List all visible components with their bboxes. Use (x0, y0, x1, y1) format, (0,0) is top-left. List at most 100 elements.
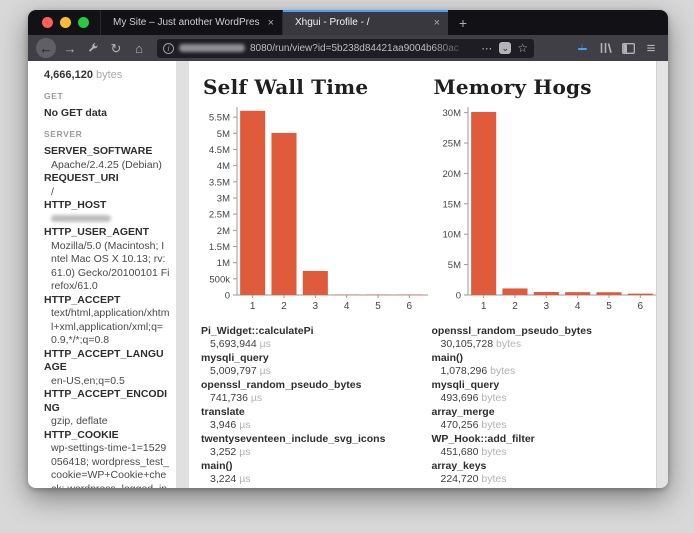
minimize-window-button[interactable] (60, 17, 71, 28)
profile-list-item: mysqli_query493,696 bytes (432, 379, 655, 404)
redacted-value (51, 215, 111, 222)
server-entry-key: HTTP_ACCEPT (44, 294, 170, 308)
profile-list-item: openssl_random_pseudo_bytes741,736 µs (201, 379, 424, 404)
y-tick-label: 3.5M (209, 177, 230, 188)
forward-button[interactable]: → (61, 39, 79, 57)
function-name-link[interactable]: WP_Hook::add_filter (432, 433, 655, 446)
library-icon[interactable] (596, 39, 614, 57)
function-name-link[interactable]: openssl_random_pseudo_bytes (201, 379, 424, 392)
tab-title: My Site – Just another WordPress s (113, 17, 260, 28)
function-value: 3,946 µs (201, 419, 424, 432)
new-tab-button[interactable]: + (448, 10, 478, 35)
server-entry-key: HTTP_ACCEPT_ENCODING (44, 388, 170, 415)
y-tick-label: 0 (225, 291, 230, 302)
downloads-icon[interactable]: ↓ (573, 39, 591, 57)
server-entry-value: text/html,application/xhtml+xml,applicat… (44, 307, 170, 348)
reload-button[interactable]: ↻ (107, 39, 125, 57)
tab-xhgui-profile[interactable]: Xhgui - Profile - / × (282, 10, 448, 35)
tab-close-icon[interactable]: × (434, 17, 440, 29)
memory-hogs-chart: 05M10M15M20M25M30M123456 (432, 103, 660, 315)
server-entry-key: HTTP_USER_AGENT (44, 226, 170, 240)
self-wall-time-list: Pi_Widget::calculatePi5,693,944 µsmysqli… (201, 325, 424, 485)
close-window-button[interactable] (42, 17, 53, 28)
function-value: 3,252 µs (201, 446, 424, 459)
function-value: 3,224 µs (201, 473, 424, 486)
sidebar-toggle-icon[interactable] (619, 39, 637, 57)
server-entry-key: HTTP_ACCEPT_LANGUAGE (44, 348, 170, 375)
server-entry-value: / (44, 186, 170, 200)
zoom-window-button[interactable] (78, 17, 89, 28)
y-tick-label: 30M (442, 108, 461, 119)
function-name-link[interactable]: mysqli_query (432, 379, 655, 392)
function-name-link[interactable]: translate (201, 406, 424, 419)
memory-total: 4,666,120 bytes (44, 69, 170, 81)
profile-list-item: array_keys224,720 bytes (432, 460, 655, 485)
profile-details-sidebar: 4,666,120 bytes GET No GET data SERVER S… (28, 61, 176, 488)
profile-list-item: twentyseventeen_include_svg_icons3,252 µ… (201, 433, 424, 458)
browser-window: My Site – Just another WordPress s × Xhg… (28, 10, 668, 488)
y-tick-label: 2M (217, 226, 230, 237)
function-name-link[interactable]: twentyseventeen_include_svg_icons (201, 433, 424, 446)
self-wall-time-column: Self Wall Time 0500k1M1.5M2M2.5M3M3.5M4M… (201, 75, 424, 488)
function-name-link[interactable]: main() (432, 352, 655, 365)
tab-close-icon[interactable]: × (268, 17, 274, 29)
function-name-link[interactable]: mysqli_query (201, 352, 424, 365)
wrench-icon[interactable] (84, 39, 102, 57)
chart-title-self-wall-time: Self Wall Time (203, 75, 424, 99)
chart-bar[interactable] (365, 295, 390, 296)
x-tick-label: 1 (250, 301, 256, 312)
y-tick-label: 10M (442, 230, 461, 241)
function-value: 470,256 bytes (432, 419, 655, 432)
y-tick-label: 500k (209, 274, 230, 285)
chart-bar[interactable] (596, 292, 621, 295)
x-tick-label: 2 (281, 301, 287, 312)
chart-bar[interactable] (334, 295, 359, 296)
url-text: 8080/run/view?id=5b238d84421aa9004b680ac (250, 43, 476, 54)
charts-area: Self Wall Time 0500k1M1.5M2M2.5M3M3.5M4M… (189, 61, 656, 488)
y-tick-label: 1.5M (209, 242, 230, 253)
chart-bar[interactable] (303, 271, 328, 295)
function-name-link[interactable]: openssl_random_pseudo_bytes (432, 325, 655, 338)
function-value: 1,078,296 bytes (432, 365, 655, 378)
x-tick-label: 3 (543, 301, 549, 312)
chart-title-memory-hogs: Memory Hogs (434, 75, 655, 99)
chart-bar[interactable] (271, 133, 296, 295)
page-actions-icon[interactable]: ⋯ (481, 42, 493, 55)
profile-list-item: main()1,078,296 bytes (432, 352, 655, 377)
tab-my-site[interactable]: My Site – Just another WordPress s × (100, 10, 282, 35)
function-name-link[interactable]: array_merge (432, 406, 655, 419)
tab-title: Xhgui - Profile - / (295, 17, 426, 28)
page-content: 4,666,120 bytes GET No GET data SERVER S… (28, 61, 668, 488)
chart-bar[interactable] (533, 292, 558, 295)
x-tick-label: 1 (480, 301, 486, 312)
y-tick-label: 15M (442, 199, 461, 210)
y-tick-label: 5M (217, 129, 230, 140)
chart-bar[interactable] (471, 112, 496, 295)
profile-list-item: openssl_random_pseudo_bytes30,105,728 by… (432, 325, 655, 350)
scrollbar-track[interactable] (656, 61, 668, 488)
bookmark-star-icon[interactable]: ☆ (517, 41, 528, 55)
y-tick-label: 4.5M (209, 145, 230, 156)
chart-bar[interactable] (502, 288, 527, 295)
y-tick-label: 5.5M (209, 113, 230, 124)
url-bar[interactable]: i 8080/run/view?id=5b238d84421aa9004b680… (157, 39, 534, 58)
back-button[interactable]: ← (36, 38, 56, 58)
x-tick-label: 4 (574, 301, 580, 312)
home-button[interactable]: ⌂ (130, 39, 148, 57)
function-name-link[interactable]: main() (201, 460, 424, 473)
chart-bar[interactable] (627, 294, 652, 295)
function-name-link[interactable]: array_keys (432, 460, 655, 473)
menu-icon[interactable]: ≡ (642, 39, 660, 57)
profile-list-item: main()3,224 µs (201, 460, 424, 485)
chart-bar[interactable] (397, 295, 422, 296)
server-entry-key: REQUEST_URI (44, 172, 170, 186)
y-tick-label: 0 (455, 291, 460, 302)
chart-bar[interactable] (565, 292, 590, 295)
function-name-link[interactable]: Pi_Widget::calculatePi (201, 325, 424, 338)
site-info-icon[interactable]: i (163, 43, 174, 54)
y-tick-label: 25M (442, 139, 461, 150)
x-tick-label: 2 (512, 301, 518, 312)
server-entry-value: Apache/2.4.25 (Debian) (44, 159, 170, 173)
chart-bar[interactable] (240, 111, 265, 295)
pocket-icon[interactable]: ⌄ (499, 42, 511, 54)
